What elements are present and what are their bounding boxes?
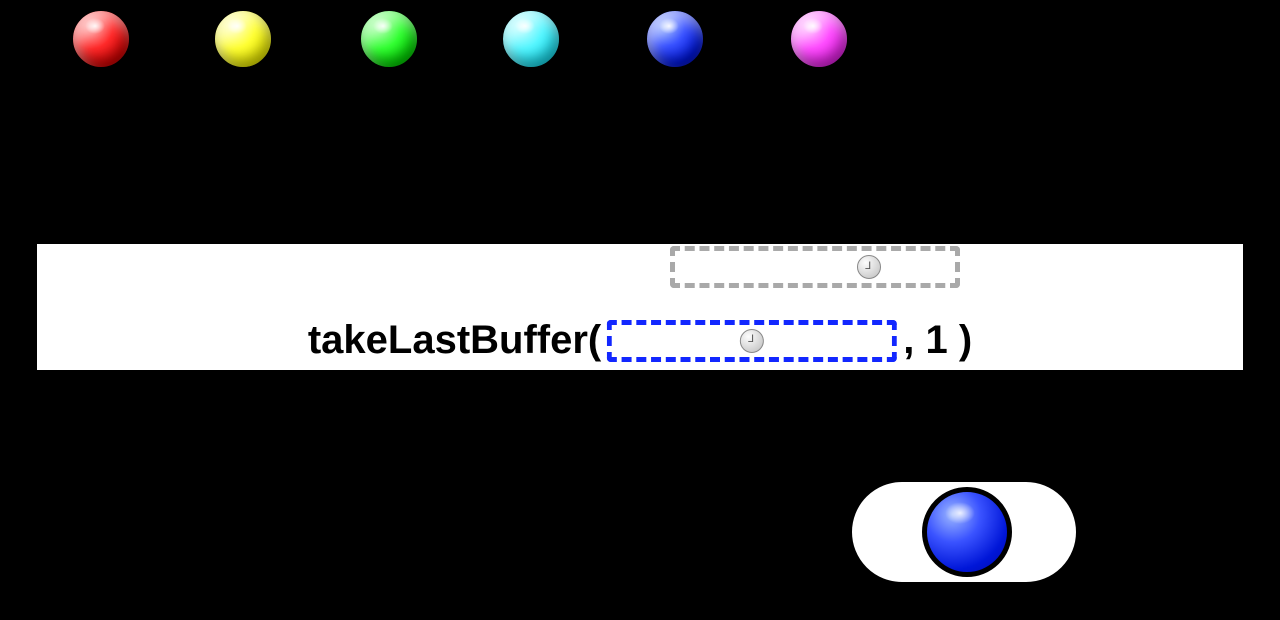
input-marble-red [70, 8, 132, 70]
time-window-arg [607, 320, 897, 362]
input-marble-blue [644, 8, 706, 70]
input-marble-green [358, 8, 420, 70]
operator-label: takeLastBuffer( , 1 ) [308, 318, 972, 363]
clock-icon [740, 329, 764, 353]
time-window-ghost [670, 246, 960, 288]
operator-text-suffix: , 1 ) [903, 318, 972, 363]
input-marble-magenta [788, 8, 850, 70]
input-marble-yellow [212, 8, 274, 70]
clock-icon [857, 255, 881, 279]
operator-text-prefix: takeLastBuffer( [308, 318, 601, 363]
diagram-stage: takeLastBuffer( , 1 ) [0, 0, 1280, 620]
input-marble-cyan [500, 8, 562, 70]
output-buffer [848, 478, 1080, 586]
output-marble-blue [922, 487, 1012, 577]
